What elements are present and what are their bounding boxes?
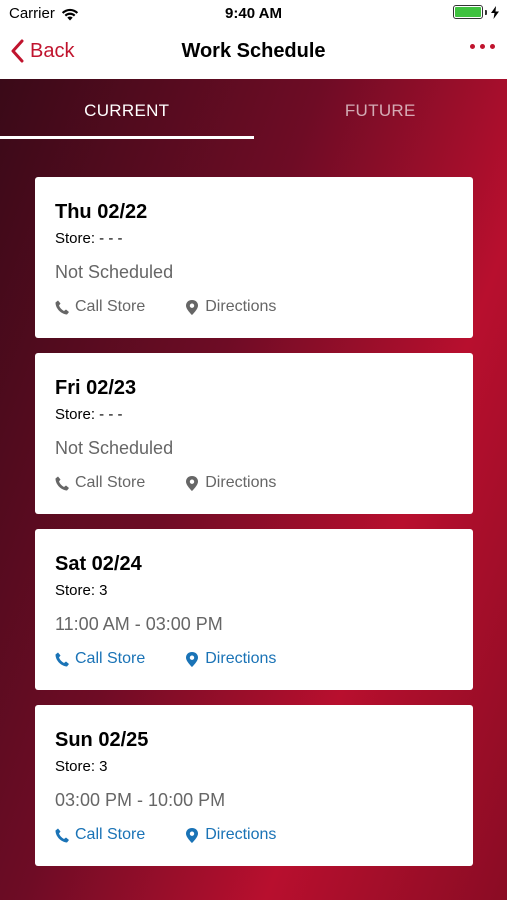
directions-label: Directions [205, 650, 277, 667]
page-title: Work Schedule [181, 40, 326, 62]
call-store-button[interactable]: Call Store [55, 298, 145, 316]
tab-bar: CURRENT FUTURE [0, 79, 507, 139]
directions-button[interactable]: Directions [185, 826, 276, 844]
schedule-store: Store: - - - [55, 230, 123, 247]
map-pin-icon [186, 475, 199, 491]
schedule-card[interactable]: Fri 02/23 Store: - - - Not Scheduled Cal… [35, 353, 473, 514]
call-store-label: Call Store [75, 826, 146, 843]
call-store-label: Call Store [75, 474, 146, 491]
call-store-label: Call Store [75, 298, 146, 315]
schedule-store: Store: - - - [55, 406, 123, 423]
schedule-day: Fri 02/23 [55, 377, 137, 399]
schedule-area: CURRENT FUTURE Thu 02/22 Store: - - - No… [0, 79, 507, 900]
map-pin-icon [186, 827, 199, 843]
schedule-hours: Not Scheduled [55, 438, 174, 458]
call-store-button[interactable]: Call Store [55, 826, 145, 844]
call-store-label: Call Store [75, 650, 146, 667]
directions-label: Directions [205, 826, 277, 843]
clock: 9:40 AM [225, 5, 282, 22]
phone-icon [55, 476, 69, 490]
schedule-hours: 11:00 AM - 03:00 PM [55, 614, 223, 634]
directions-button[interactable]: Directions [185, 650, 276, 668]
battery-icon [453, 5, 499, 19]
directions-label: Directions [205, 298, 277, 315]
map-pin-icon [186, 651, 199, 667]
map-pin-icon [186, 299, 199, 315]
tab-current[interactable]: CURRENT [0, 79, 254, 139]
schedule-store: Store: 3 [55, 758, 108, 775]
schedule-card[interactable]: Thu 02/22 Store: - - - Not Scheduled Cal… [35, 177, 473, 338]
directions-button[interactable]: Directions [185, 474, 276, 492]
schedule-day: Thu 02/22 [55, 201, 148, 223]
call-store-button[interactable]: Call Store [55, 650, 145, 668]
tab-future[interactable]: FUTURE [254, 79, 507, 139]
phone-icon [55, 828, 69, 842]
phone-icon [55, 300, 69, 314]
phone-icon [55, 652, 69, 666]
more-dots-icon [470, 44, 475, 49]
call-store-button[interactable]: Call Store [55, 474, 145, 492]
navigation-bar: Back Work Schedule [0, 27, 507, 79]
schedule-card[interactable]: Sat 02/24 Store: 3 11:00 AM - 03:00 PM C… [35, 529, 473, 690]
schedule-hours: Not Scheduled [55, 262, 174, 282]
directions-label: Directions [205, 474, 277, 491]
charging-bolt-icon [491, 5, 499, 19]
schedule-day: Sun 02/25 [55, 729, 149, 751]
schedule-hours: 03:00 PM - 10:00 PM [55, 790, 226, 810]
directions-button[interactable]: Directions [185, 298, 276, 316]
schedule-day: Sat 02/24 [55, 553, 142, 575]
more-options-button[interactable] [470, 44, 495, 49]
schedule-card[interactable]: Sun 02/25 Store: 3 03:00 PM - 10:00 PM C… [35, 705, 473, 866]
schedule-store: Store: 3 [55, 582, 108, 599]
status-bar: Carrier 9:40 AM [0, 0, 507, 27]
